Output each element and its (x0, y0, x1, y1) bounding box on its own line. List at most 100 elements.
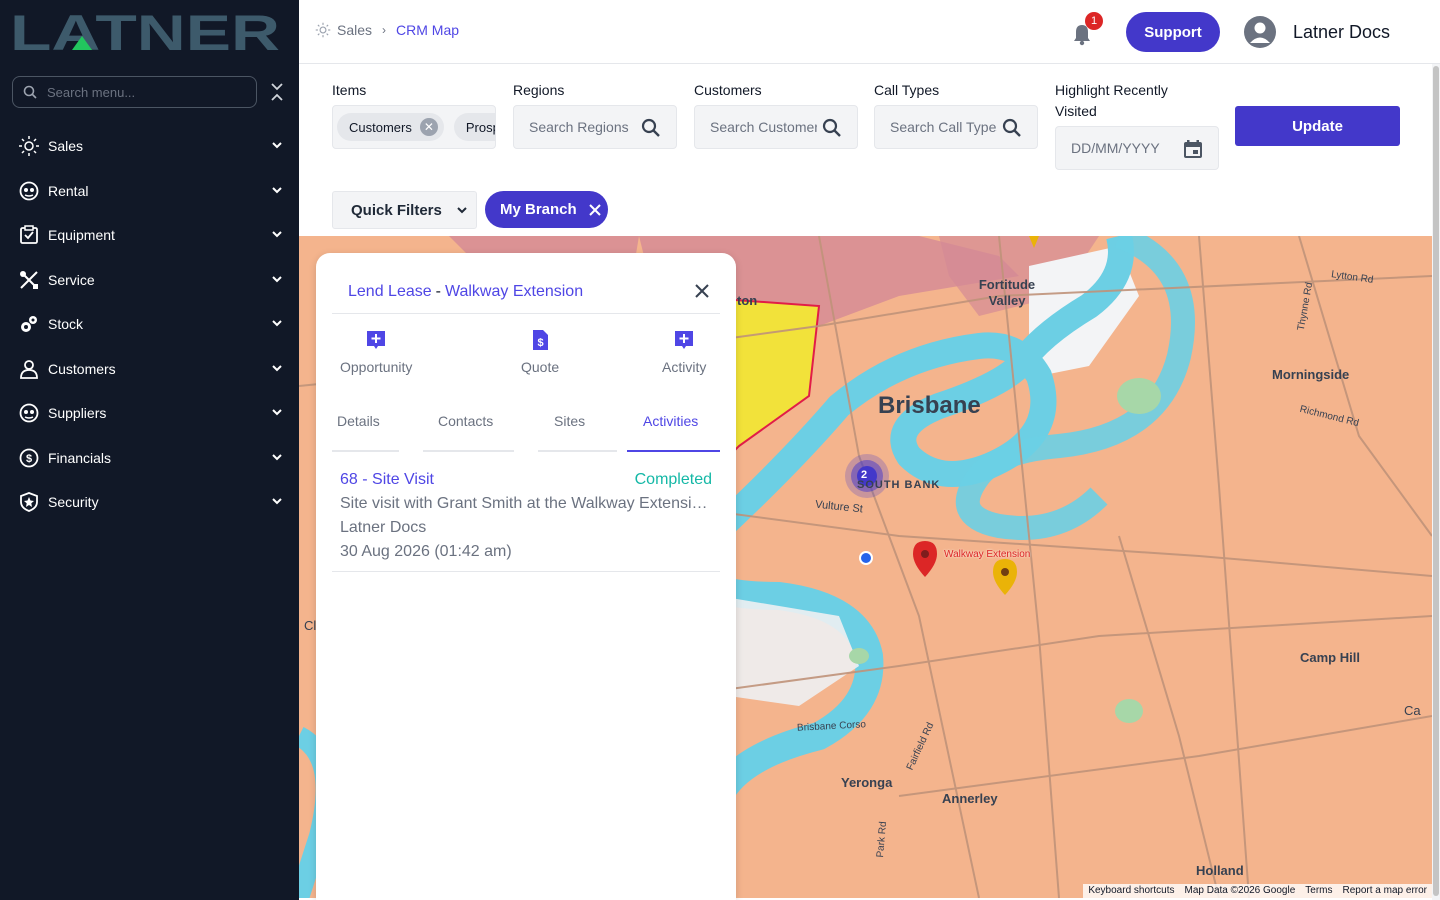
map-label-south-bank: SOUTH BANK (857, 479, 941, 491)
breadcrumb: Sales › CRM Map (315, 22, 459, 38)
chevron-down-icon (272, 142, 282, 149)
chevron-down-icon (272, 498, 282, 505)
date-input[interactable]: DD/MM/YYYY (1055, 126, 1219, 170)
service-icon (18, 269, 40, 291)
chevron-down-icon (272, 320, 282, 327)
sidebar-search-input[interactable] (47, 84, 237, 100)
collapse-sidebar-icon[interactable] (268, 82, 286, 102)
customers-icon (18, 358, 40, 380)
cluster-count[interactable]: 2 (861, 469, 867, 481)
sidebar-nav: Sales Rental Equipment Service Stock Cus… (0, 124, 299, 525)
tab-activities[interactable]: Activities (643, 413, 698, 429)
sidebar-item-sales[interactable]: Sales (0, 124, 299, 169)
add-box-icon (675, 331, 694, 349)
map-label-holland: Holland (1196, 863, 1244, 878)
equipment-icon (18, 224, 40, 246)
sidebar-item-label: Equipment (48, 227, 115, 244)
map-label-walkway-extension: Walkway Extension (944, 549, 1031, 560)
map-label-fortitude-valley: Fortitude Valley (978, 277, 1036, 308)
search-icon[interactable] (821, 117, 843, 139)
sidebar-item-label: Stock (48, 316, 84, 333)
sidebar-item-label: Customers (48, 360, 116, 377)
regions-label: Regions (513, 82, 565, 98)
quick-filters-button[interactable]: Quick Filters (332, 191, 477, 229)
remove-chip-icon[interactable]: ✕ (419, 118, 438, 136)
user-name[interactable]: Latner Docs (1293, 22, 1390, 43)
call-types-placeholder: Search Call Types (890, 119, 997, 135)
chevron-down-icon (272, 453, 282, 460)
customer-link[interactable]: Lend Lease (348, 283, 432, 300)
quote-action[interactable]: $ Quote (521, 329, 559, 375)
sidebar-item-rental[interactable]: Rental (0, 169, 299, 214)
chevron-down-icon (272, 364, 282, 371)
activity-title-link[interactable]: 68 - Site Visit (340, 471, 434, 489)
breadcrumb-current: CRM Map (396, 22, 460, 38)
sidebar-item-security[interactable]: Security (0, 480, 299, 525)
map-label-brisbane: Brisbane (878, 392, 981, 419)
call-types-search[interactable]: Search Call Types (874, 105, 1038, 149)
activity-action[interactable]: Activity (662, 329, 706, 375)
chip-label: Prosp (465, 119, 495, 135)
sidebar-item-service[interactable]: Service (0, 258, 299, 303)
tab-underline (538, 450, 617, 452)
customers-search[interactable]: Search Customers (694, 105, 858, 149)
sidebar-item-suppliers[interactable]: Suppliers (0, 391, 299, 436)
support-button[interactable]: Support (1126, 12, 1220, 52)
opportunity-action[interactable]: Opportunity (340, 329, 412, 375)
keyboard-shortcuts-link[interactable]: Keyboard shortcuts (1083, 884, 1179, 898)
sidebar-item-financials[interactable]: $ Financials (0, 436, 299, 481)
update-button[interactable]: Update (1235, 106, 1400, 146)
activity-owner: Latner Docs (340, 519, 427, 536)
avatar[interactable] (1244, 16, 1276, 48)
sidebar-item-stock[interactable]: Stock (0, 302, 299, 347)
map-label-yeronga: Yeronga (841, 775, 893, 790)
shield-icon (18, 491, 40, 513)
chevron-down-icon (272, 186, 282, 193)
sidebar-item-customers[interactable]: Customers (0, 347, 299, 392)
financials-icon: $ (18, 447, 40, 469)
breadcrumb-sales-link[interactable]: Sales (337, 22, 372, 38)
terms-link[interactable]: Terms (1300, 884, 1337, 898)
panel-divider (332, 313, 720, 314)
sidebar-item-label: Security (48, 494, 99, 511)
sidebar-item-label: Financials (48, 449, 112, 466)
svg-text:$: $ (26, 453, 32, 465)
filter-panel: Items Customers ✕ Prosp Regions Search Re… (299, 64, 1432, 236)
add-box-icon (367, 331, 386, 349)
sidebar-item-equipment[interactable]: Equipment (0, 213, 299, 258)
map-attribution: Keyboard shortcuts Map Data ©2026 Google… (1083, 884, 1432, 898)
map-label-annerley: Annerley (942, 791, 998, 806)
my-branch-label: My Branch (500, 201, 577, 218)
quote-label: Quote (521, 359, 560, 375)
items-chip-prospects: Prosp (453, 113, 495, 141)
sidebar-item-label: Suppliers (48, 405, 107, 422)
my-branch-chip[interactable]: My Branch (485, 191, 608, 228)
rental-icon (18, 180, 40, 202)
map-data-text: Map Data ©2026 Google (1184, 885, 1296, 896)
top-bar: Sales › CRM Map 1 Support Latner Docs (299, 0, 1440, 64)
activity-description: Site visit with Grant Smith at the Walkw… (340, 495, 712, 512)
page-scrollbar[interactable] (1432, 64, 1440, 900)
tab-details[interactable]: Details (337, 413, 380, 429)
close-icon[interactable] (588, 203, 602, 217)
activity-divider (332, 571, 720, 572)
activity-date: 30 Aug 2026 (01:42 am) (340, 543, 512, 560)
map-label-camp-hill: Camp Hill (1300, 650, 1360, 665)
tab-underline (423, 450, 514, 452)
calendar-icon[interactable] (1182, 138, 1204, 160)
close-icon[interactable] (694, 283, 710, 299)
tab-contacts[interactable]: Contacts (438, 413, 493, 429)
search-icon[interactable] (640, 117, 662, 139)
regions-search[interactable]: Search Regions (513, 105, 677, 149)
report-error-link[interactable]: Report a map error (1338, 884, 1432, 898)
latner-logo[interactable]: LATNER (10, 5, 280, 61)
items-select[interactable]: Customers ✕ Prosp (332, 105, 496, 149)
search-icon[interactable] (1001, 117, 1023, 139)
scrollbar-thumb[interactable] (1433, 66, 1439, 896)
sidebar-item-label: Sales (48, 138, 84, 155)
tab-sites[interactable]: Sites (554, 413, 585, 429)
site-link[interactable]: Walkway Extension (445, 283, 583, 300)
logo-graphic: LATNER (10, 5, 280, 61)
sidebar-item-label: Rental (48, 182, 89, 199)
sidebar-search[interactable] (12, 76, 257, 108)
